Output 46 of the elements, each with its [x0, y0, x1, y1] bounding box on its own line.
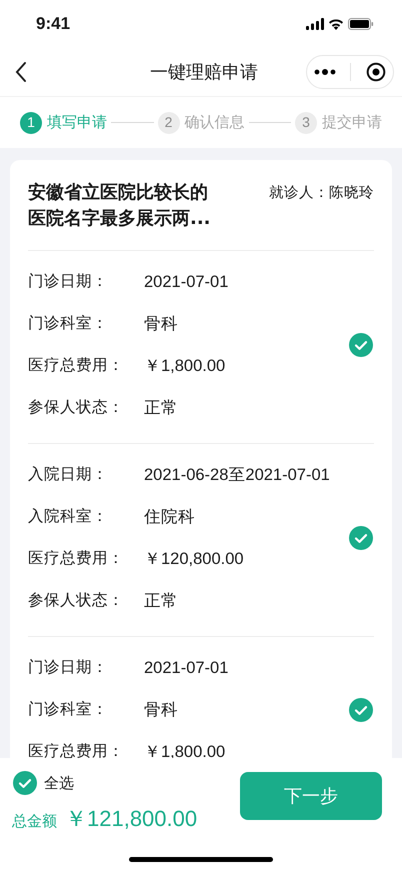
- close-icon[interactable]: [366, 62, 386, 82]
- field-value: 2021-06-28至2021-07-01: [144, 464, 330, 486]
- page-title: 一键理赔申请: [150, 60, 258, 84]
- more-icon[interactable]: [314, 69, 336, 75]
- field-value: 正常: [144, 398, 178, 419]
- wifi-icon: [328, 18, 344, 30]
- field-label: 门诊日期：: [28, 271, 109, 292]
- step-label[interactable]: 提交申请: [322, 111, 382, 134]
- field-label: 门诊日期：: [28, 657, 109, 678]
- field-value: 骨科: [144, 314, 178, 335]
- field-value: 住院科: [144, 506, 195, 528]
- record-checkbox[interactable]: [348, 332, 374, 358]
- field-value: ￥1,800.00: [144, 742, 226, 763]
- step-number: 2: [158, 112, 180, 134]
- field-label: 入院科室：: [28, 506, 109, 528]
- field-value: 正常: [144, 590, 178, 612]
- total-amount: ￥121,800.00: [65, 805, 198, 833]
- battery-icon: [348, 18, 374, 30]
- step-number: 1: [20, 112, 42, 134]
- hospital-name: 安徽省立医院比较长的医院名字最多展示两...: [28, 181, 212, 231]
- field-label: 医疗总费用：: [28, 741, 125, 762]
- field-label: 医疗总费用：: [28, 548, 125, 570]
- field-value: ￥120,800.00: [144, 548, 244, 570]
- next-button[interactable]: 下一步: [240, 772, 382, 820]
- signal-icon: [306, 18, 324, 30]
- record-checkbox[interactable]: [348, 697, 374, 723]
- total-label: 总金额: [12, 811, 57, 832]
- step-number: 3: [295, 112, 317, 134]
- field-label: 医疗总费用：: [28, 355, 125, 376]
- back-icon[interactable]: [14, 61, 28, 83]
- field-value: 2021-07-01: [144, 272, 228, 293]
- field-label: 门诊科室：: [28, 699, 109, 720]
- record-checkbox[interactable]: [348, 525, 374, 551]
- patient-name: 就诊人：陈晓玲: [269, 184, 374, 203]
- status-time: 9:41: [36, 13, 70, 36]
- step-label[interactable]: 填写申请: [47, 111, 107, 134]
- select-all-checkbox[interactable]: [12, 770, 38, 796]
- step-label[interactable]: 确认信息: [184, 111, 244, 134]
- field-value: 骨科: [144, 700, 178, 721]
- field-label: 门诊科室：: [28, 313, 109, 334]
- select-all-label: 全选: [44, 772, 74, 794]
- field-label: 入院日期：: [28, 464, 109, 486]
- field-value: 2021-07-01: [144, 658, 228, 679]
- field-label: 参保人状态：: [28, 590, 125, 612]
- field-label: 参保人状态：: [28, 397, 125, 418]
- field-value: ￥1,800.00: [144, 356, 226, 377]
